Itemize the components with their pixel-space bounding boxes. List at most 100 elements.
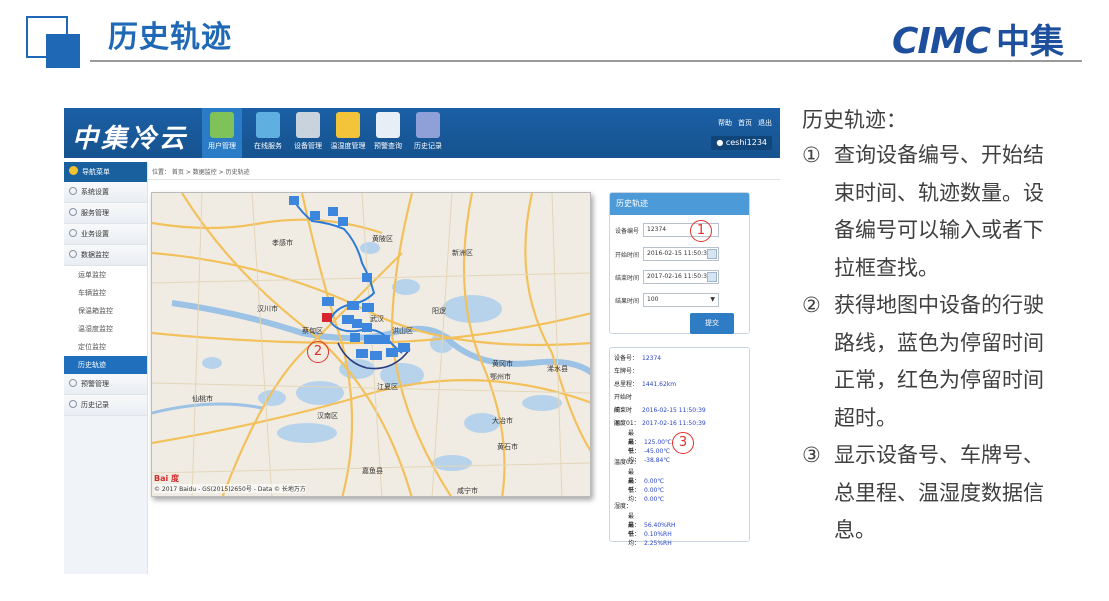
nav-label: 用户管理 xyxy=(208,142,236,150)
sidebar-label: 数据监控 xyxy=(81,251,109,259)
nav-label: 预警查询 xyxy=(374,142,402,150)
sidebar-item[interactable]: 系统设置 xyxy=(64,182,147,203)
sidebar-item[interactable]: 历史记录 xyxy=(64,395,147,416)
sidebar-label: 保温箱监控 xyxy=(78,307,113,315)
top-link[interactable]: 帮助 xyxy=(718,118,732,128)
map-canvas[interactable]: 孝感市 黄陂区新洲区汉川市蔡甸区 武汉洪山区鄂州市 黄冈市江夏区仙桃市黄石市咸宁市 浠水… xyxy=(152,193,591,497)
callout-marker-1: 1 xyxy=(690,220,712,242)
sidebar-item[interactable]: 数据监控 xyxy=(64,245,147,266)
nav-label: 在线服务 xyxy=(254,142,282,150)
sidebar-label: 历史轨迹 xyxy=(78,361,106,369)
nav-clock[interactable]: 历史记录 xyxy=(408,108,448,158)
nav-label: 温湿度管理 xyxy=(330,142,366,150)
description-title: 历史轨迹： xyxy=(802,108,907,132)
deco-square-filled xyxy=(46,34,80,68)
top-link[interactable]: 首页 xyxy=(738,118,752,128)
clock-icon xyxy=(416,112,440,138)
place-label: 蔡甸区 xyxy=(302,326,323,335)
sidebar-label: 车辆监控 xyxy=(78,289,106,297)
temp2-header: 温度02： xyxy=(614,459,640,466)
user-badge[interactable]: ● ceshi1234 xyxy=(711,136,772,150)
info-end: 结束时间： 2017-02-16 11:50:39 xyxy=(614,407,706,427)
query-panel: 历史轨迹 设备编号 12374 开始时间 2016-02-15 11:50:39… xyxy=(609,192,750,334)
username: ceshi1234 xyxy=(725,138,767,147)
nav-users[interactable]: 用户管理 xyxy=(202,108,242,158)
temp2-min: 最低： 0.00℃ xyxy=(628,478,665,494)
nav-alert-doc[interactable]: 预警查询 xyxy=(368,108,408,158)
description-panel: 历史轨迹： ① 查询设备编号、开始结束时间、轨迹数量。设备编号可以输入或者下拉框查… xyxy=(802,103,1062,550)
slide-title: 历史轨迹 xyxy=(108,20,232,55)
top-links: 帮助 首页 退出 xyxy=(718,118,772,128)
menu-item-icon xyxy=(69,379,77,387)
calendar-icon[interactable] xyxy=(707,249,717,259)
description-item: ③ 显示设备号、车牌号、总里程、温湿度数据信息。 xyxy=(802,443,1044,542)
sidebar-label: 温湿度监控 xyxy=(78,325,113,333)
info-plate: 车牌号： xyxy=(614,368,639,375)
menu-item-icon xyxy=(69,250,77,258)
sidebar-label: 定位监控 xyxy=(78,343,106,351)
query-panel-title: 历史轨迹 xyxy=(610,193,749,215)
calendar-icon[interactable] xyxy=(707,272,717,282)
cimc-logo: CIMC 中集 xyxy=(892,14,1064,63)
sidebar-subitem[interactable]: 定位监控 xyxy=(64,338,147,356)
place-label: 孝感市 xyxy=(272,238,293,247)
sidebar-subitem[interactable]: 车辆监控 xyxy=(64,284,147,302)
sliders-icon xyxy=(336,112,360,138)
count-row: 结果时间 xyxy=(615,296,641,305)
top-link[interactable]: 退出 xyxy=(758,118,772,128)
sidebar-item[interactable]: 业务设置 xyxy=(64,224,147,245)
info-start: 开始时间： 2016-02-15 11:50:39 xyxy=(614,394,706,414)
place-labels: 孝感市 黄陂区新洲区汉川市蔡甸区 武汉洪山区鄂州市 黄冈市江夏区仙桃市黄石市咸宁市 浠水… xyxy=(192,234,568,495)
start-label: 开始时间 xyxy=(615,252,640,259)
top-nav: 用户管理 在线服务 设备管理 温湿度管理 预警查询 历史记录 xyxy=(202,108,448,158)
map[interactable]: 孝感市 黄陂区 新洲区 汉川市 蔡甸区 武汉 洪山区 鄂州市 黄冈市 江夏区 仙桃市 黄石市 咸宁市 浠水… xyxy=(151,192,591,497)
humidity-max: 最高： 56.40%RH xyxy=(628,513,676,529)
place-label: 阳逻 xyxy=(432,306,446,315)
menu-item-icon xyxy=(69,400,77,408)
nav-sliders[interactable]: 温湿度管理 xyxy=(328,108,368,158)
temp2-avg: 平均： 0.00℃ xyxy=(628,487,665,503)
description-item: ② 获得地图中设备的行驶路线，蓝色为停留时间正常，红色为停留时间超时。 xyxy=(802,293,1044,430)
nav-label: 设备管理 xyxy=(294,142,322,150)
place-label: 洪山区 xyxy=(392,326,413,335)
alert-doc-icon xyxy=(376,112,400,138)
sidebar-label: 服务管理 xyxy=(81,209,109,217)
app-header: 中集冷云 用户管理 在线服务 设备管理 温湿度管理 预警查询 历史记录 帮助 首页 退出 ● … xyxy=(64,108,780,158)
place-label: 新洲区 xyxy=(452,248,473,257)
sidebar-item[interactable]: 服务管理 xyxy=(64,203,147,224)
users-icon xyxy=(210,112,234,138)
submit-button[interactable]: 提交 xyxy=(690,313,734,334)
user-icon: ● xyxy=(716,138,726,147)
sidebar-label: 业务设置 xyxy=(81,230,109,238)
place-label: 大冶市 xyxy=(492,416,513,425)
place-label: 黄冈市 xyxy=(492,359,513,368)
end-time-input[interactable]: 2017-02-16 11:50:39 xyxy=(643,270,719,284)
info-device: 设备号： 12374 xyxy=(614,355,662,362)
nav-gear[interactable]: 设备管理 xyxy=(288,108,328,158)
end-row: 结束时间 xyxy=(615,273,641,282)
place-label: 鄂州市 xyxy=(490,372,511,381)
gear-icon xyxy=(296,112,320,138)
nav-document[interactable]: 在线服务 xyxy=(248,108,288,158)
menu-item-icon xyxy=(69,208,77,216)
menu-item-icon xyxy=(69,187,77,195)
sidebar-label: 系统设置 xyxy=(81,188,109,196)
sidebar-item[interactable]: 预警管理 xyxy=(64,374,147,395)
start-time-input[interactable]: 2016-02-15 11:50:39 xyxy=(643,247,719,261)
app-logo: 中集冷云 xyxy=(72,124,189,154)
place-label: 嘉鱼县 xyxy=(362,466,383,475)
sidebar-subitem[interactable]: 温湿度监控 xyxy=(64,320,147,338)
place-label: 汉南区 xyxy=(317,411,338,420)
sidebar-subitem[interactable]: 运单监控 xyxy=(64,266,147,284)
menu-icon xyxy=(69,166,78,175)
sidebar-subitem[interactable]: 保温箱监控 xyxy=(64,302,147,320)
sidebar-subitem[interactable]: 历史轨迹 xyxy=(64,356,147,374)
place-label: 汉川市 xyxy=(257,304,278,313)
count-select[interactable]: 100 ▼ xyxy=(643,293,719,307)
info-mileage: 总里程： 1441.62km xyxy=(614,381,677,388)
device-label: 设备编号 xyxy=(615,228,640,235)
sidebar-label: 运单监控 xyxy=(78,271,106,279)
sidebar: 导航菜单 系统设置 服务管理 业务设置 数据监控 运单监控 车辆监控 保温箱监控 温湿度监控… xyxy=(64,162,148,574)
sidebar-label: 历史记录 xyxy=(81,401,109,409)
end-label: 结束时间 xyxy=(615,275,640,282)
